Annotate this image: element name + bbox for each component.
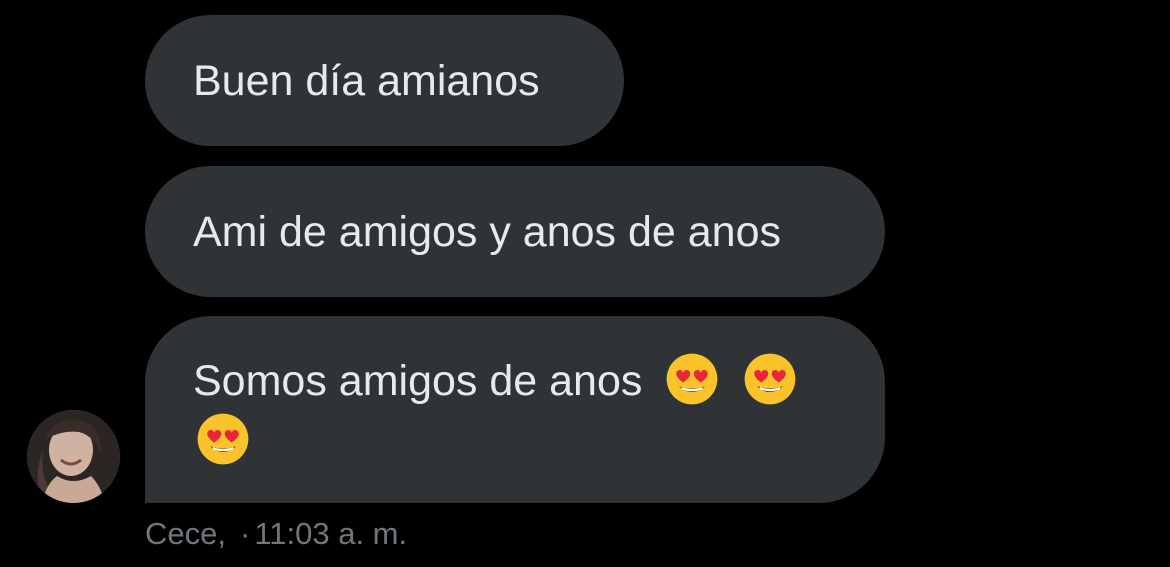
message-content: Somos amigos de anos — [193, 351, 845, 471]
avatar-photo — [27, 410, 120, 503]
message-text: Ami de amigos y anos de anos — [193, 207, 781, 256]
heart-eyes-emoji-icon — [744, 353, 796, 405]
message-meta: Cece, · 11:03 a. m. — [145, 512, 407, 556]
message-bubble[interactable]: Somos amigos de anos — [145, 316, 885, 503]
message-thread: Buen día amianos Ami de amigos y anos de… — [0, 0, 1170, 567]
sender-avatar[interactable] — [27, 410, 120, 503]
heart-eyes-emoji-icon — [666, 353, 718, 405]
message-timestamp: 11:03 a. m. — [254, 516, 408, 551]
sender-name[interactable]: Cece, — [145, 516, 226, 551]
meta-separator: · — [239, 516, 251, 551]
heart-eyes-emoji-icon — [197, 413, 249, 465]
message-bubble[interactable]: Buen día amianos — [145, 15, 624, 146]
message-bubble[interactable]: Ami de amigos y anos de anos — [145, 166, 885, 297]
message-text: Buen día amianos — [193, 56, 540, 105]
message-text: Somos amigos de anos — [193, 357, 643, 405]
